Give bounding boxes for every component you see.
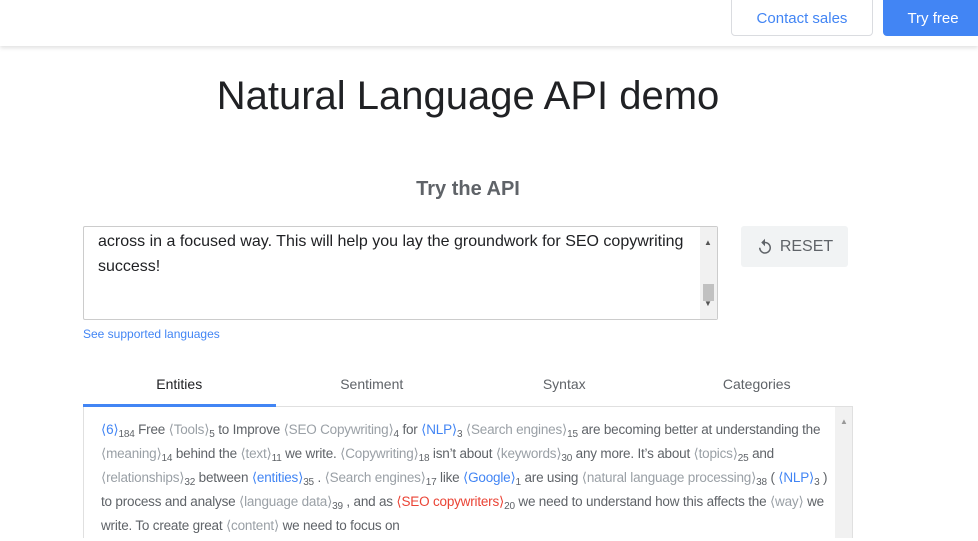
plain-text: like (436, 470, 464, 485)
entity-index: 32 (184, 477, 196, 488)
result-scrollbar[interactable]: ▲ (835, 407, 852, 538)
text-input[interactable]: across in a focused way. This will help … (83, 226, 718, 320)
entity[interactable]: ⟨text⟩ (240, 446, 271, 461)
plain-text: and (748, 446, 774, 461)
entity-index: 17 (425, 477, 437, 488)
try-free-button[interactable]: Try free (883, 0, 978, 36)
entity-name: natural language processing (586, 470, 752, 485)
entity[interactable]: ⟨topics⟩ (694, 446, 738, 461)
plain-text: for (398, 422, 422, 437)
entity-index: 15 (567, 429, 578, 440)
entity-index: 38 (756, 477, 767, 488)
reset-icon (758, 238, 771, 254)
entity[interactable]: ⟨NLP⟩ (421, 422, 457, 437)
reset-label: RESET (779, 237, 834, 255)
entity-name: content (231, 518, 274, 533)
tab-categories[interactable]: Categories (661, 367, 854, 406)
entity[interactable]: ⟨Copywriting⟩ (340, 446, 419, 461)
entity[interactable]: ⟨Google⟩ (463, 470, 516, 485)
entity-name: Search engines (471, 422, 563, 437)
entity-name: entities (256, 470, 299, 485)
entity-name: language data (244, 494, 328, 509)
entity-name: keywords (500, 446, 557, 461)
plain-text: we need to focus on (279, 518, 400, 533)
entity-name: SEO copywriters (401, 494, 500, 509)
entity-index: 18 (418, 453, 430, 464)
entity[interactable]: ⟨SEO Copywriting⟩ (284, 422, 394, 437)
contact-sales-button[interactable]: Contact sales (731, 0, 873, 36)
entity[interactable]: ⟨Search engines⟩ (466, 422, 567, 437)
scrollbar[interactable]: ▲ ▼ (700, 227, 717, 319)
entity-name: relationships (106, 470, 180, 485)
plain-text: Free (134, 422, 169, 437)
entity[interactable]: ⟨way⟩ (770, 494, 804, 509)
plain-text: , and as (342, 494, 397, 509)
plain-text: between (195, 470, 252, 485)
page-title: Natural Language API demo (216, 74, 720, 118)
entity[interactable]: ⟨relationships⟩ (101, 470, 185, 485)
entity-name: NLP (426, 422, 452, 437)
entities-result: ⟨6⟩184 Free ⟨Tools⟩5 to Improve ⟨SEO Cop… (83, 407, 853, 538)
result-tabs: Entities Sentiment Syntax Categories (83, 367, 853, 407)
plain-text: any more. It’s about (572, 446, 694, 461)
entity-name: way (775, 494, 799, 509)
scroll-down-icon[interactable]: ▼ (704, 291, 712, 316)
entity[interactable]: ⟨keywords⟩ (496, 446, 562, 461)
entity-index: 184 (118, 429, 135, 440)
entity[interactable]: ⟨SEO copywriters⟩ (396, 494, 504, 509)
top-bar: Contact sales Try free (0, 0, 978, 46)
plain-text: ( (766, 470, 779, 485)
entity[interactable]: ⟨entities⟩ (252, 470, 304, 485)
plain-text: . (313, 470, 325, 485)
plain-text: we write. (281, 446, 341, 461)
plain-text: behind the (172, 446, 241, 461)
entity-index: 30 (561, 453, 573, 464)
entity[interactable]: ⟨Search engines⟩ (325, 470, 426, 485)
entity[interactable]: ⟨natural language processing⟩ (582, 470, 757, 485)
entity-index: 35 (303, 477, 314, 488)
section-title: Try the API (416, 178, 520, 200)
plain-text: to Improve (214, 422, 284, 437)
entity-index: 39 (332, 501, 343, 512)
supported-languages-link[interactable]: See supported languages (83, 327, 220, 341)
entity-name: Google (468, 470, 511, 485)
entity-index: 14 (161, 453, 173, 464)
plain-text: we need to understand how this affects t… (514, 494, 770, 509)
plain-text: are becoming better at understanding the (577, 422, 821, 437)
entity-index: 11 (271, 453, 282, 464)
plain-text: are using (520, 470, 582, 485)
tab-entities[interactable]: Entities (83, 367, 276, 407)
entity[interactable]: ⟨Tools⟩ (169, 422, 210, 437)
entity-index: 25 (737, 453, 749, 464)
entity-name: Copywriting (345, 446, 414, 461)
plain-text: isn’t about (429, 446, 496, 461)
reset-button[interactable]: RESET (741, 226, 848, 267)
tab-sentiment[interactable]: Sentiment (276, 367, 469, 406)
entity[interactable]: ⟨content⟩ (226, 518, 279, 533)
entities-text: ⟨6⟩184 Free ⟨Tools⟩5 to Improve ⟨SEO Cop… (101, 418, 828, 538)
entity-name: topics (698, 446, 733, 461)
text-input-value: across in a focused way. This will help … (98, 233, 684, 275)
entity-name: text (245, 446, 267, 461)
entity-name: Tools (173, 422, 205, 437)
entity-name: Search engines (329, 470, 421, 485)
entity-name: meaning (106, 446, 157, 461)
entity[interactable]: ⟨NLP⟩ (778, 470, 814, 485)
entity[interactable]: ⟨meaning⟩ (101, 446, 162, 461)
tab-syntax[interactable]: Syntax (468, 367, 661, 406)
entity-name: SEO Copywriting (288, 422, 389, 437)
entity[interactable]: ⟨language data⟩ (239, 494, 332, 509)
entity[interactable]: ⟨6⟩ (101, 422, 119, 437)
entity-name: NLP (783, 470, 810, 485)
scroll-up-icon[interactable]: ▲ (840, 410, 848, 434)
entity-index: 20 (504, 501, 515, 512)
scroll-up-icon[interactable]: ▲ (704, 230, 712, 255)
